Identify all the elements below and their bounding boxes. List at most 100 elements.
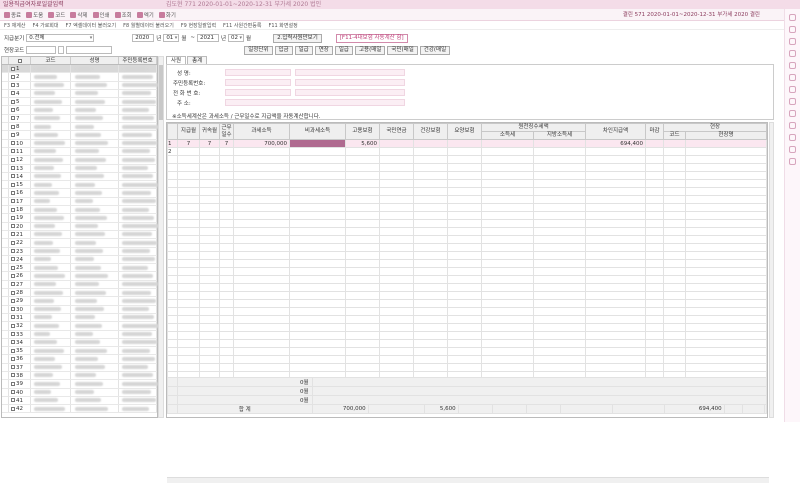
list-item[interactable]: 17: [2, 197, 157, 207]
list-item[interactable]: 9: [2, 131, 157, 140]
fkey-quick-employee[interactable]: F11 사원간편등록: [223, 22, 261, 29]
list-item[interactable]: 39: [2, 380, 158, 389]
list-item[interactable]: 8: [2, 123, 159, 132]
code-button[interactable]: 코드: [48, 11, 65, 19]
row-checkbox[interactable]: [11, 290, 15, 295]
list-item[interactable]: 30: [2, 305, 157, 314]
list-item[interactable]: 21: [2, 230, 157, 240]
row-checkbox[interactable]: [11, 249, 15, 254]
row-checkbox[interactable]: [11, 340, 15, 345]
to-year-input[interactable]: 2021: [196, 34, 219, 42]
row-checkbox[interactable]: [11, 124, 15, 129]
list-item[interactable]: 42: [2, 405, 157, 414]
row-checkbox[interactable]: [11, 66, 15, 71]
sidebar-clock-icon[interactable]: [789, 50, 796, 57]
table-row[interactable]: [167, 283, 767, 292]
table-row[interactable]: [167, 179, 767, 188]
sidebar-menu-icon[interactable]: [789, 14, 796, 21]
table-row[interactable]: [167, 203, 767, 212]
tab-total[interactable]: 총계: [187, 56, 208, 64]
fkey-site-batch[interactable]: F9 현장일괄입력: [181, 22, 216, 29]
table-row[interactable]: [167, 267, 767, 276]
list-item[interactable]: 40: [2, 388, 157, 397]
row-checkbox[interactable]: [11, 307, 15, 312]
list-item[interactable]: 36: [2, 355, 157, 364]
row-checkbox[interactable]: [11, 107, 15, 112]
table-row[interactable]: [167, 275, 767, 284]
fkey-wide[interactable]: F4 가로회대: [32, 22, 58, 29]
table-row[interactable]: [167, 227, 767, 236]
fkey-excel-import[interactable]: F7 엑셀데이터 불러오기: [66, 22, 117, 29]
sidebar-list-icon[interactable]: [789, 134, 796, 141]
sidebar-calc-icon[interactable]: [789, 38, 796, 45]
list-item[interactable]: 4: [2, 89, 157, 99]
row-checkbox[interactable]: [11, 323, 15, 328]
row-checkbox[interactable]: [11, 190, 15, 195]
table-row[interactable]: [167, 219, 767, 228]
row-checkbox[interactable]: [11, 332, 15, 336]
table-row[interactable]: [167, 195, 767, 204]
excel-button[interactable]: 엑기: [136, 11, 154, 19]
row-checkbox[interactable]: [11, 315, 15, 320]
sidebar-chat-icon[interactable]: [789, 74, 796, 81]
table-row[interactable]: [167, 171, 767, 180]
list-item[interactable]: 10: [2, 139, 157, 148]
tab-button-6[interactable]: 고용(매일: [355, 45, 386, 55]
list-item[interactable]: 37: [2, 363, 157, 372]
row-checkbox[interactable]: [11, 132, 15, 137]
row-checkbox[interactable]: [11, 273, 15, 278]
tab-button-4[interactable]: 연장: [314, 45, 333, 55]
tab-button-8[interactable]: 건강(매일: [419, 45, 451, 55]
list-item[interactable]: 41: [2, 396, 157, 406]
from-year-input[interactable]: 2020: [132, 34, 155, 42]
list-item[interactable]: 32: [2, 322, 159, 331]
payroll-vscrollbar[interactable]: [769, 122, 774, 418]
row-checkbox[interactable]: [11, 282, 15, 287]
list-item[interactable]: 28: [2, 289, 157, 298]
list-item[interactable]: 22: [2, 239, 157, 248]
site-code-lookup[interactable]: [58, 46, 65, 54]
row-checkbox[interactable]: [11, 99, 15, 104]
list-item[interactable]: 5: [2, 98, 157, 107]
row-checkbox[interactable]: [11, 373, 15, 378]
row-checkbox[interactable]: [11, 390, 15, 395]
print-button[interactable]: 인쇄: [92, 11, 110, 19]
table-row[interactable]: [167, 355, 767, 364]
list-item[interactable]: 3: [2, 81, 158, 90]
list-item[interactable]: 12: [2, 156, 157, 165]
list-item[interactable]: 18: [2, 206, 157, 215]
list-item[interactable]: 11: [2, 147, 157, 157]
tab-button-1[interactable]: 일정단위: [244, 45, 273, 55]
row-checkbox[interactable]: [11, 91, 15, 96]
table-row[interactable]: [167, 211, 767, 220]
list-item[interactable]: 35: [2, 347, 157, 356]
close-button[interactable]: 종료: [4, 11, 21, 19]
row-checkbox[interactable]: [11, 224, 15, 229]
fkey-recalc[interactable]: F3 재계산: [4, 22, 25, 29]
row-checkbox[interactable]: [11, 356, 15, 361]
row-checkbox[interactable]: [11, 348, 15, 353]
sidebar-doc-icon[interactable]: [789, 62, 796, 69]
scroll-thumb[interactable]: [159, 65, 163, 120]
pay-period-select[interactable]: 0.전체 ▾: [26, 34, 95, 42]
screen-button[interactable]: 화기: [158, 11, 176, 19]
row-checkbox[interactable]: [11, 182, 15, 187]
table-row[interactable]: [167, 259, 767, 268]
payroll-hscrollbar[interactable]: [167, 477, 769, 483]
tab-button-5[interactable]: 일급: [334, 45, 353, 55]
table-row[interactable]: [167, 323, 767, 332]
auto-calc-button[interactable]: [F11-4대보험 자동계산 함]: [335, 33, 408, 43]
list-item[interactable]: 34: [2, 338, 157, 348]
row-checkbox[interactable]: [11, 298, 15, 303]
list-item[interactable]: 1: [2, 65, 157, 74]
select-all-checkbox[interactable]: [18, 58, 22, 63]
row-checkbox[interactable]: [11, 257, 15, 262]
row-checkbox[interactable]: [11, 240, 15, 245]
row-checkbox[interactable]: [11, 265, 15, 270]
list-item[interactable]: 20: [2, 222, 159, 231]
table-row[interactable]: [167, 299, 767, 308]
table-row[interactable]: 2: [167, 147, 767, 156]
row-checkbox[interactable]: [11, 365, 15, 370]
list-item[interactable]: 23: [2, 247, 157, 256]
table-row[interactable]: [167, 339, 767, 348]
